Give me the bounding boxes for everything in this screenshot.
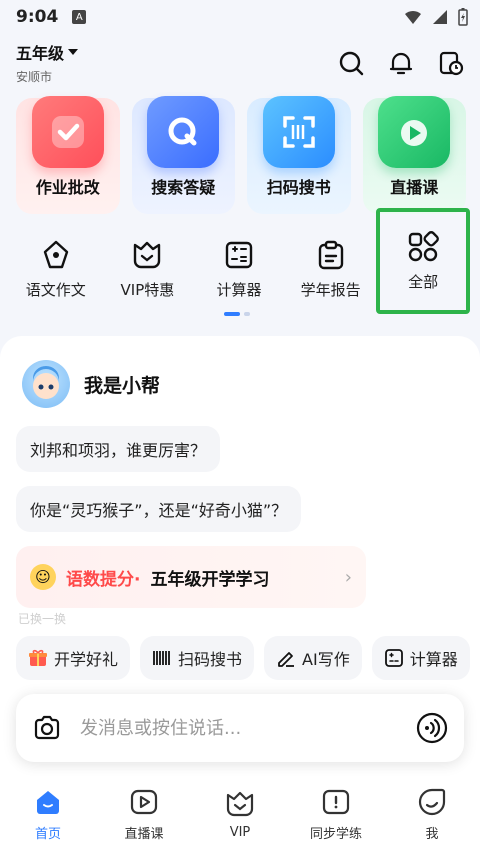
quick-action-label: 作业批改 [35, 178, 100, 197]
tab-live[interactable]: 直播课 [104, 787, 184, 842]
smile-emoji-icon: ☺ [30, 564, 56, 590]
caret-down-icon [68, 49, 79, 55]
tab-label: VIP [229, 825, 251, 840]
message-input[interactable] [80, 717, 398, 739]
gift-icon [29, 649, 47, 666]
tab-label: 首页 [34, 827, 61, 842]
wifi-icon [405, 10, 421, 24]
page-dot-active [224, 312, 240, 316]
suggestion-bubble[interactable]: 刘邦和项羽，谁更厉害？ [16, 426, 221, 472]
tools-row: 语文作文 VIP特惠 计算器 学年报告 全部 [0, 208, 480, 314]
vip-crown-icon [226, 791, 254, 817]
tab-label: 我 [425, 827, 439, 842]
tab-vip[interactable]: VIP [200, 789, 280, 840]
chip-row: 开学好礼 扫码搜书 AI写作 计算器 [16, 636, 480, 680]
chip-ai-writing[interactable]: AI写作 [264, 636, 362, 680]
camera-icon[interactable] [32, 713, 62, 743]
chip-calculator[interactable]: 计算器 [371, 636, 470, 680]
quick-actions: 作业批改 搜索答疑 扫码搜书 直播课 [16, 96, 466, 214]
quick-action-scan-book[interactable]: 扫码搜书 [247, 96, 351, 214]
barcode-icon [153, 651, 170, 665]
pen-nib-icon [43, 240, 68, 268]
quick-action-label: 直播课 [390, 178, 439, 197]
history-icon[interactable] [438, 50, 464, 76]
promo-text: 五年级开学学习 [150, 569, 270, 590]
chip-gift[interactable]: 开学好礼 [16, 636, 131, 680]
calculator-icon [384, 649, 403, 667]
tab-label: 直播课 [124, 827, 164, 842]
tool-calculator[interactable]: 计算器 [193, 228, 285, 310]
tool-composition[interactable]: 语文作文 [10, 228, 102, 310]
chevron-right-icon: › [344, 566, 352, 588]
quick-action-live-class[interactable]: 直播课 [362, 96, 466, 214]
message-input-bar [16, 694, 464, 762]
home-icon [37, 791, 59, 814]
battery-icon [458, 8, 468, 26]
tab-label: 同步学练 [309, 827, 362, 842]
page-dot [244, 312, 250, 316]
quick-action-homework-check[interactable]: 作业批改 [16, 96, 120, 214]
bot-name: 我是小帮 [84, 374, 161, 397]
quick-action-search-answer[interactable]: 搜索答疑 [131, 96, 235, 214]
header: 五年级 安顺市 [0, 40, 480, 90]
tab-sync-practice[interactable]: 同步学练 [296, 787, 376, 842]
tab-me[interactable]: 我 [392, 787, 472, 842]
calculator-icon [225, 241, 253, 268]
bell-icon[interactable] [388, 50, 414, 76]
page-indicator [224, 312, 250, 316]
grade-label: 五年级 [16, 44, 65, 63]
refresh-hint: 已换一换 [18, 612, 67, 626]
grid-icon [408, 230, 440, 261]
status-bar: 9:04 A [0, 0, 480, 34]
live-play-icon [130, 789, 158, 815]
tool-label: 计算器 [216, 280, 262, 299]
tool-label: 学年报告 [300, 280, 361, 299]
bottom-tab-bar: 首页 直播课 VIP 同步学练 我 [0, 776, 480, 853]
clipboard-icon [318, 240, 343, 269]
grade-dropdown[interactable]: 五年级 [16, 40, 79, 64]
tool-all[interactable]: 全部 [376, 208, 470, 314]
chip-label: 计算器 [409, 650, 458, 669]
scan-icon [262, 96, 335, 168]
city-label: 安顺市 [16, 70, 53, 84]
promo-banner[interactable]: ☺ 语数提分· 五年级开学学习 › [16, 546, 366, 608]
tool-label: 语文作文 [25, 280, 86, 299]
tool-vip-deal[interactable]: VIP特惠 [102, 228, 194, 310]
bot-avatar[interactable] [22, 360, 70, 408]
promo-tag: 语数提分· [66, 569, 141, 590]
bot-header: 我是小帮 [22, 360, 160, 408]
checkmark-icon [31, 96, 104, 168]
tab-home[interactable]: 首页 [8, 787, 88, 842]
play-icon [378, 96, 451, 168]
search-q-icon [147, 96, 220, 168]
book-icon [322, 789, 350, 815]
suggestion-bubble[interactable]: 你是“灵巧猴子”，还是“好奇小猫”？ [16, 486, 302, 532]
quick-action-label: 搜索答疑 [151, 178, 216, 197]
grade-selector[interactable]: 五年级 安顺市 [16, 40, 79, 85]
chip-label: 开学好礼 [54, 650, 119, 669]
status-time: 9:04 [16, 7, 59, 27]
voice-icon[interactable] [416, 712, 448, 744]
tool-label: 全部 [408, 272, 439, 291]
chip-label: 扫码搜书 [178, 650, 243, 669]
vip-crown-icon [134, 241, 161, 268]
quick-action-label: 扫码搜书 [266, 178, 331, 197]
search-icon[interactable] [338, 50, 364, 76]
chip-label: AI写作 [302, 650, 350, 669]
signal-icon [433, 10, 447, 24]
chip-scan-book[interactable]: 扫码搜书 [140, 636, 255, 680]
profile-face-icon [418, 788, 446, 816]
tool-annual-report[interactable]: 学年报告 [285, 228, 377, 310]
pencil-icon [278, 652, 295, 667]
tool-label: VIP特惠 [120, 280, 175, 299]
notification-icon: A [72, 10, 87, 24]
